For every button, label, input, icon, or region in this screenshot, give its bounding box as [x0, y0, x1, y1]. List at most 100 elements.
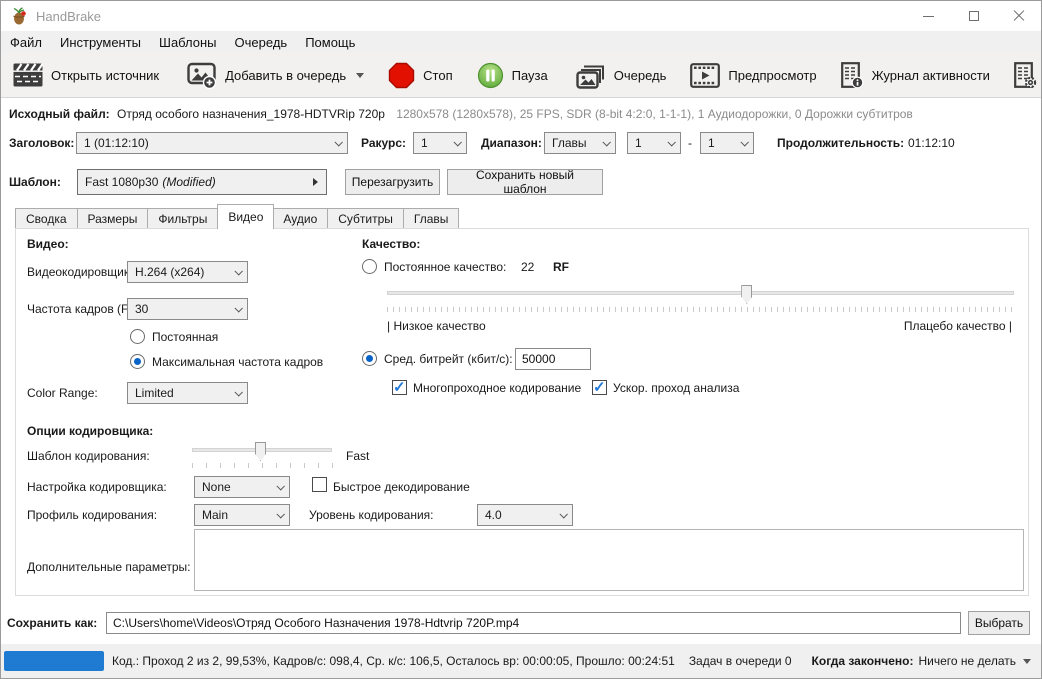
chevron-down-icon	[559, 510, 568, 519]
chevron-down-icon	[234, 304, 243, 313]
queue-button[interactable]: Очередь	[564, 53, 679, 98]
activity-log-button[interactable]: Журнал активности	[829, 53, 1002, 98]
encoder-options-title: Опции кодировщика:	[27, 424, 154, 438]
titlebar: HandBrake	[1, 1, 1041, 31]
chevron-down-icon	[276, 510, 285, 519]
add-to-queue-icon	[187, 62, 217, 89]
pause-icon	[477, 62, 503, 88]
avg-bitrate-radio[interactable]	[362, 351, 377, 366]
open-source-button[interactable]: Открыть источник	[1, 53, 171, 98]
save-path-input[interactable]	[106, 612, 961, 634]
range-to-value: 1	[708, 136, 715, 150]
encoder-profile-select[interactable]: Main	[194, 504, 290, 526]
encoder-preset-label: Шаблон кодирования:	[27, 449, 150, 463]
stop-icon	[388, 62, 415, 88]
add-to-queue-dropdown-icon[interactable]	[356, 72, 365, 78]
preview-button[interactable]: Предпросмотр	[678, 53, 828, 98]
encoder-preset-slider-thumb[interactable]	[255, 442, 266, 461]
progress-fill	[4, 651, 104, 671]
peak-framerate-radio[interactable]	[130, 354, 145, 369]
extra-options-textarea[interactable]	[194, 529, 1024, 591]
when-done-control[interactable]: Когда закончено: Ничего не делать	[812, 654, 1031, 668]
turbo-analysis-checkbox[interactable]	[592, 378, 607, 396]
color-range-value: Limited	[135, 386, 174, 400]
tab-summary[interactable]: Сводка	[15, 208, 78, 229]
encoder-profile-value: Main	[202, 508, 229, 522]
reload-preset-button[interactable]: Перезагрузить	[345, 169, 440, 195]
encoder-label: Видеокодировщик	[27, 265, 130, 279]
menu-help[interactable]: Помощь	[296, 31, 364, 53]
maximize-icon	[968, 11, 979, 21]
quality-slider-thumb[interactable]	[741, 285, 753, 304]
encoder-tune-select[interactable]: None	[194, 476, 290, 498]
preview-label: Предпросмотр	[728, 67, 817, 83]
menu-presets[interactable]: Шаблоны	[150, 31, 226, 53]
presets-button[interactable]: Шаблоны	[1002, 53, 1041, 98]
range-type-value: Главы	[552, 136, 587, 150]
handbrake-logo-icon	[13, 7, 26, 25]
tab-filters[interactable]: Фильтры	[148, 208, 219, 229]
submenu-arrow-icon	[313, 178, 318, 186]
framerate-value: 30	[135, 302, 149, 316]
encoder-preset-slider[interactable]	[192, 442, 332, 461]
menu-tools[interactable]: Инструменты	[51, 31, 150, 53]
queue-label: Очередь	[613, 67, 667, 83]
tab-video[interactable]: Видео	[217, 204, 275, 229]
encoder-level-select[interactable]: 4.0	[477, 504, 573, 526]
fast-decode-label: Быстрое декодирование	[333, 480, 470, 494]
avg-bitrate-input[interactable]	[515, 348, 591, 370]
browse-button[interactable]: Выбрать	[968, 611, 1030, 635]
multipass-checkbox[interactable]	[392, 378, 407, 396]
save-row: Сохранить как: Выбрать	[1, 609, 1041, 637]
encoder-level-label: Уровень кодирования:	[309, 508, 434, 522]
tab-audio[interactable]: Аудио	[273, 208, 329, 229]
menu-queue[interactable]: Очередь	[226, 31, 297, 53]
range-type-select[interactable]: Главы	[544, 132, 616, 154]
title-select[interactable]: 1 (01:12:10)	[76, 132, 348, 154]
tab-dimensions[interactable]: Размеры	[77, 208, 149, 229]
presets-icon	[1014, 61, 1037, 88]
quality-section-title: Качество:	[362, 237, 421, 251]
menu-file[interactable]: Файл	[1, 31, 51, 53]
encoder-tune-label: Настройка кодировщика:	[27, 480, 167, 494]
preset-label: Шаблон:	[9, 175, 61, 189]
chevron-down-icon	[740, 138, 749, 147]
when-done-dropdown-icon	[1023, 658, 1031, 664]
add-to-queue-button[interactable]: Добавить в очередь	[175, 53, 376, 98]
save-as-label: Сохранить как:	[7, 616, 98, 630]
tab-subtitles[interactable]: Субтитры	[328, 208, 404, 229]
preset-select[interactable]: Fast 1080p30 (Modified)	[77, 169, 327, 195]
quality-slider-track[interactable]	[387, 291, 1014, 295]
framerate-select[interactable]: 30	[127, 298, 248, 320]
multipass-label: Многопроходное кодирование	[413, 381, 582, 395]
stop-button[interactable]: Стоп	[376, 53, 464, 98]
title-select-value: 1 (01:12:10)	[84, 136, 149, 150]
save-new-preset-button[interactable]: Сохранить новый шаблон	[447, 168, 603, 196]
close-icon	[1013, 10, 1025, 22]
close-button[interactable]	[996, 1, 1041, 31]
range-from-select[interactable]: 1	[627, 132, 681, 154]
constant-framerate-label: Постоянная	[152, 330, 219, 344]
tab-chapters[interactable]: Главы	[403, 208, 460, 229]
fast-decode-checkbox[interactable]	[312, 477, 327, 492]
chevron-down-icon	[453, 138, 462, 147]
minimize-button[interactable]	[906, 1, 951, 31]
chevron-down-icon	[276, 482, 285, 491]
angle-select[interactable]: 1	[413, 132, 467, 154]
color-range-select[interactable]: Limited	[127, 382, 248, 404]
when-done-value: Ничего не делать	[918, 654, 1017, 668]
pause-label: Пауза	[511, 67, 548, 83]
range-from-value: 1	[635, 136, 642, 150]
maximize-button[interactable]	[951, 1, 996, 31]
source-details: 1280x578 (1280x578), 25 FPS, SDR (8-bit …	[396, 107, 913, 121]
chevron-down-icon	[667, 138, 676, 147]
constant-framerate-radio[interactable]	[130, 329, 145, 344]
rf-unit-label: RF	[553, 260, 569, 274]
pause-button[interactable]: Пауза	[465, 53, 560, 98]
encoder-select[interactable]: H.264 (x264)	[127, 261, 248, 283]
encoder-preset-value: Fast	[346, 449, 370, 463]
constant-quality-radio[interactable]	[362, 259, 377, 274]
range-to-select[interactable]: 1	[700, 132, 754, 154]
menubar: Файл Инструменты Шаблоны Очередь Помощь	[1, 31, 1041, 53]
quality-slider[interactable]	[387, 285, 1014, 304]
